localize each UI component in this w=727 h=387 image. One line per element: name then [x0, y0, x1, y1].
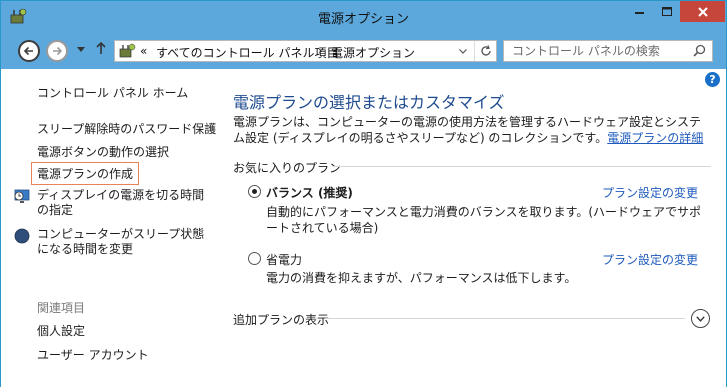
main-pane: 電源プランの選択またはカスタマイズ 電源プランは、コンピューターの電源の使用方法…	[233, 69, 713, 387]
divider	[333, 166, 711, 167]
minimize-icon	[634, 11, 644, 14]
minimize-button[interactable]	[626, 1, 653, 22]
up-arrow-icon	[96, 41, 106, 54]
recent-pages-dropdown-icon[interactable]	[77, 47, 85, 53]
plan-power-saver-name[interactable]: 省電力	[266, 251, 302, 268]
address-dropdown-button[interactable]	[452, 41, 474, 61]
breadcrumb-all-items[interactable]: すべてのコントロール パネル項目	[156, 44, 339, 61]
chevron-down-icon	[696, 315, 705, 322]
navigation-bar: « すべてのコントロール パネル項目 › 電源オプション	[1, 31, 726, 69]
close-icon	[697, 6, 708, 17]
breadcrumb-separator[interactable]: ›	[318, 44, 322, 57]
chevron-down-icon	[459, 48, 467, 54]
plan-details-link[interactable]: 電源プランの詳細	[607, 131, 703, 145]
plan-power-saver-radio[interactable]	[248, 252, 261, 265]
sidebar-item-sleep-time[interactable]: コンピューターがスリープ状態になる時間を変更	[37, 227, 212, 257]
address-bar[interactable]: « すべてのコントロール パネル項目 › 電源オプション	[114, 40, 497, 62]
forward-arrow-icon	[53, 46, 63, 56]
refresh-button[interactable]	[474, 41, 496, 61]
title-bar: 電源オプション	[1, 1, 726, 31]
close-button[interactable]	[680, 1, 725, 22]
sidebar-item-display-off-time[interactable]: ディスプレイの電源を切る時間の指定	[37, 188, 212, 218]
divider	[325, 318, 685, 319]
sidebar-item-create-plan[interactable]: 電源プランの作成	[31, 162, 140, 185]
additional-plans-label[interactable]: 追加プランの表示	[233, 311, 329, 328]
search-box[interactable]	[503, 40, 713, 62]
maximize-button[interactable]	[653, 1, 680, 22]
back-arrow-icon	[23, 46, 33, 56]
breadcrumb-power-options[interactable]: 電源オプション	[331, 44, 415, 61]
refresh-icon	[480, 45, 491, 56]
plan-balanced-settings-link[interactable]: プラン設定の変更	[602, 184, 698, 201]
related-header: 関連項目	[37, 301, 86, 315]
sidebar-control-panel-home[interactable]: コントロール パネル ホーム	[37, 84, 188, 101]
back-button[interactable]	[18, 40, 40, 62]
plan-balanced-description: 自動的にパフォーマンスと電力消費のバランスを取ります。(ハードウェアでサポートさ…	[266, 205, 702, 235]
page-description: 電源プランは、コンピューターの電源の使用方法を管理するハードウェア設定とシステム…	[233, 114, 708, 146]
maximize-icon	[661, 6, 672, 16]
sidebar-related-user-accounts[interactable]: ユーザー アカウント	[37, 346, 149, 363]
window: 電源オプション « すべてのコントロール パネル項目 › 電源オプション コント…	[0, 0, 727, 387]
plan-balanced-radio[interactable]	[248, 185, 261, 198]
search-input[interactable]	[512, 43, 682, 59]
sidebar-related-personalization[interactable]: 個人設定	[37, 322, 85, 339]
up-button[interactable]	[95, 41, 107, 59]
sidebar-item-power-button[interactable]: 電源ボタンの動作の選択	[37, 143, 169, 160]
address-overflow[interactable]: «	[140, 44, 147, 58]
display-clock-icon	[14, 189, 30, 203]
favorites-group-label: お気に入りのプラン	[233, 161, 342, 175]
content-area: ? コントロール パネル ホーム スリープ解除時のパスワード保護 電源ボタンの動…	[1, 69, 726, 387]
plan-power-saver-description: 電力の消費を抑えますが、パフォーマンスは低下します。	[266, 271, 577, 285]
plan-balanced-name[interactable]: バランス (推奨)	[266, 184, 353, 201]
expand-additional-plans-button[interactable]	[691, 309, 710, 328]
search-icon[interactable]	[693, 44, 706, 57]
sleep-moon-icon	[14, 228, 30, 244]
sidebar: コントロール パネル ホーム スリープ解除時のパスワード保護 電源ボタンの動作の…	[1, 69, 216, 387]
plan-power-saver-settings-link[interactable]: プラン設定の変更	[602, 251, 698, 268]
sidebar-item-wake-password[interactable]: スリープ解除時のパスワード保護	[37, 120, 216, 137]
window-title: 電源オプション	[317, 12, 409, 27]
forward-button[interactable]	[46, 40, 68, 62]
control-panel-icon	[119, 43, 136, 58]
page-title: 電源プランの選択またはカスタマイズ	[233, 93, 505, 112]
